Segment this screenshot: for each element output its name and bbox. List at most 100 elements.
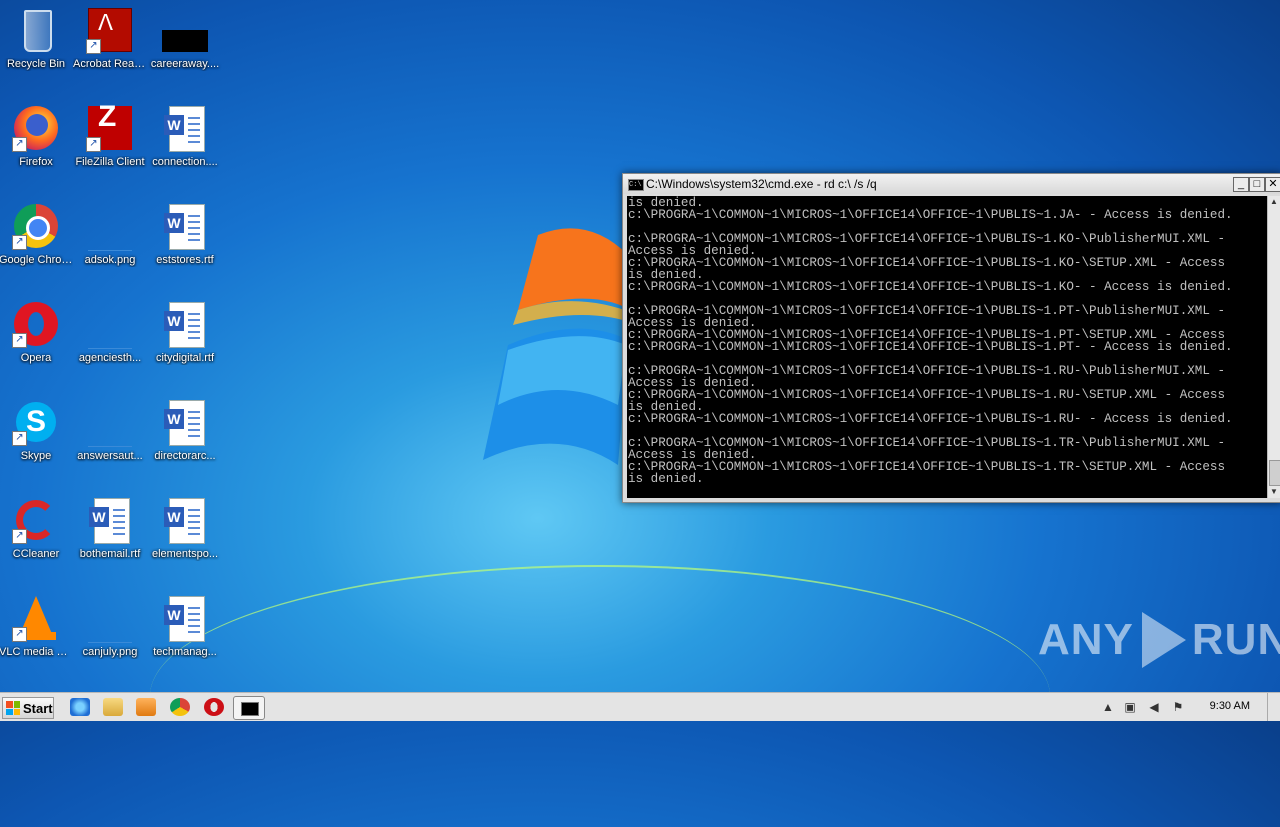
shortcut-arrow-icon: ↗: [86, 39, 101, 54]
console-line: c:\PROGRA~1\COMMON~1\MICROS~1\OFFICE14\O…: [628, 256, 1226, 270]
cmd-titlebar[interactable]: C:\ C:\Windows\system32\cmd.exe - rd c:\…: [623, 174, 1280, 194]
start-label: Start: [23, 700, 53, 716]
clock[interactable]: 9:30 AM: [1210, 700, 1250, 712]
desktop-icon-label: techmanag...: [153, 646, 217, 658]
console-line: c:\PROGRA~1\COMMON~1\MICROS~1\OFFICE14\O…: [628, 280, 1233, 294]
desktop-icon-ccleaner[interactable]: ↗ CCleaner: [0, 496, 73, 561]
word-doc-icon: W: [161, 594, 209, 642]
desktop-icon-word-doc[interactable]: Wdirectorarc...: [148, 398, 222, 463]
desktop-icon-word-doc[interactable]: Wbothemail.rtf: [73, 496, 147, 561]
play-logo-icon: [1141, 612, 1186, 668]
network-icon[interactable]: ▣: [1122, 699, 1138, 715]
word-doc-icon: W: [161, 104, 209, 152]
desktop-icon-label: answersaut...: [77, 450, 143, 462]
anyrun-watermark: ANY RUN: [1038, 612, 1280, 668]
desktop-icon-word-doc[interactable]: Wcitydigital.rtf: [148, 300, 222, 365]
windows-logo-icon: [6, 701, 20, 715]
desktop-icon-word-doc[interactable]: Welementspo...: [148, 496, 222, 561]
console-scrollbar[interactable]: ▲ ▼: [1267, 196, 1280, 498]
firefox-icon: ↗: [12, 104, 60, 152]
console-line: c:\PROGRA~1\COMMON~1\MICROS~1\OFFICE14\O…: [628, 412, 1233, 426]
shortcut-arrow-icon: ↗: [12, 235, 27, 250]
maximize-button[interactable]: □: [1249, 177, 1265, 192]
desktop-icon-png[interactable]: canjuly.png: [73, 594, 147, 659]
desktop-icon-label: adsok.png: [84, 254, 136, 266]
volume-icon[interactable]: ◀: [1146, 699, 1162, 715]
desktop-icon-label: CCleaner: [12, 548, 60, 560]
desktop-icon-opera[interactable]: ↗ Opera: [0, 300, 73, 365]
watermark-right-text: RUN: [1191, 615, 1280, 664]
system-tray: ▲ ▣ ◀ ⚑ 9:30 AM: [1100, 693, 1280, 721]
desktop-icon-word-doc[interactable]: Weststores.rtf: [148, 202, 222, 267]
opera-icon[interactable]: [204, 698, 224, 716]
desktop-icon-label: Opera: [20, 352, 52, 364]
scrollbar-thumb[interactable]: [1269, 460, 1280, 486]
console-line: c:\PROGRA~1\COMMON~1\MICROS~1\OFFICE14\O…: [628, 208, 1233, 222]
desktop-icon-recycle-bin[interactable]: Recycle Bin: [0, 6, 73, 71]
cmd-icon: C:\: [628, 179, 644, 191]
desktop-icon-png[interactable]: agenciesth...: [73, 300, 147, 365]
scroll-down-arrow-icon[interactable]: ▼: [1268, 486, 1280, 498]
minimize-button[interactable]: _: [1233, 177, 1249, 192]
desktop-icon-label: Acrobat Reader DC: [73, 58, 147, 70]
show-desktop-button[interactable]: [1267, 693, 1280, 721]
png-icon: [86, 202, 134, 251]
png-icon: [86, 398, 134, 447]
desktop-icon-filezilla[interactable]: Z ↗ FileZilla Client: [73, 102, 147, 169]
media-player-icon[interactable]: [136, 698, 156, 716]
console-output[interactable]: is denied. c:\PROGRA~1\COMMON~1\MICROS~1…: [627, 196, 1267, 498]
shortcut-arrow-icon: ↗: [86, 137, 101, 152]
desktop-icon-black-image[interactable]: careeraway....: [148, 6, 222, 71]
start-button[interactable]: Start: [2, 697, 54, 719]
desktop-icon-vlc[interactable]: ↗ VLC media player: [0, 594, 73, 659]
shortcut-arrow-icon: ↗: [12, 529, 27, 544]
taskbar: Start ▲ ▣ ◀ ⚑ 9:30 AM: [0, 692, 1280, 721]
vlc-icon: ↗: [12, 594, 60, 642]
desktop-icon-skype[interactable]: S ↗ Skype: [0, 398, 73, 463]
desktop-icon-label: FileZilla Client: [75, 156, 145, 168]
chrome-icon: ↗: [12, 202, 60, 250]
recycle-bin-icon: [12, 6, 60, 54]
close-button[interactable]: ✕: [1265, 177, 1280, 192]
desktop-icon-label: connection....: [152, 156, 218, 168]
desktop-icon-png[interactable]: answersaut...: [73, 398, 147, 463]
desktop-icon-firefox[interactable]: ↗ Firefox: [0, 104, 73, 169]
desktop-icon-label: canjuly.png: [82, 646, 138, 658]
console-line: is denied.: [628, 472, 704, 486]
show-hidden-icons-icon[interactable]: ▲: [1100, 699, 1116, 715]
desktop-icon-word-doc[interactable]: Wconnection....: [148, 104, 222, 169]
action-center-flag-icon[interactable]: ⚑: [1170, 699, 1186, 715]
png-icon: [86, 300, 134, 349]
internet-explorer-icon[interactable]: [70, 698, 90, 716]
word-doc-icon: W: [161, 300, 209, 348]
shortcut-arrow-icon: ↗: [12, 137, 27, 152]
png-icon: [86, 594, 134, 643]
console-line: c:\PROGRA~1\COMMON~1\MICROS~1\OFFICE14\O…: [628, 340, 1233, 354]
desktop-icon-chrome[interactable]: ↗ Google Chrome: [0, 202, 73, 267]
desktop-icon-label: VLC media player: [0, 646, 73, 658]
desktop-icon-label: agenciesth...: [78, 352, 142, 364]
ccleaner-icon: ↗: [12, 496, 60, 544]
desktop-icon-word-doc[interactable]: Wtechmanag...: [148, 594, 222, 659]
watermark-left-text: ANY: [1038, 615, 1134, 664]
filezilla-icon: Z ↗: [86, 102, 134, 152]
windows-explorer-icon[interactable]: [103, 698, 123, 716]
desktop-icon-label: Skype: [20, 450, 52, 462]
desktop-icon-png[interactable]: adsok.png: [73, 202, 147, 267]
desktop-icon-label: Firefox: [19, 156, 53, 168]
opera-icon: ↗: [12, 300, 60, 348]
scroll-up-arrow-icon[interactable]: ▲: [1268, 196, 1280, 208]
cmd-taskbar-button[interactable]: [233, 696, 265, 720]
word-doc-icon: W: [161, 398, 209, 446]
desktop-icon-acrobat[interactable]: ᐱ↗ Acrobat Reader DC: [73, 6, 147, 71]
console-text: is denied. c:\PROGRA~1\COMMON~1\MICROS~1…: [627, 196, 1267, 486]
word-doc-icon: W: [161, 496, 209, 544]
console-line: c:\PROGRA~1\COMMON~1\MICROS~1\OFFICE14\O…: [628, 388, 1226, 402]
windows-wallpaper-logo: [483, 228, 638, 465]
acrobat-icon: ᐱ ↗: [86, 6, 134, 54]
word-doc-icon: W: [161, 202, 209, 250]
shortcut-arrow-icon: ↗: [12, 333, 27, 348]
console-line: c:\PROGRA~1\COMMON~1\MICROS~1\OFFICE14\O…: [628, 460, 1226, 474]
chrome-icon[interactable]: [170, 698, 190, 716]
cmd-window[interactable]: C:\ C:\Windows\system32\cmd.exe - rd c:\…: [622, 173, 1280, 503]
